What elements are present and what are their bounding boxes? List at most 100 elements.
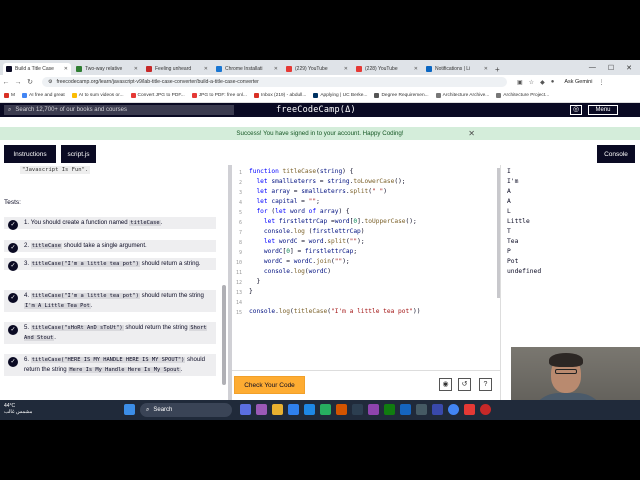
close-window-icon[interactable]: ✕	[626, 64, 632, 72]
example-quote: "Javascript Is Fun".	[20, 166, 91, 174]
code-line: let firstlettrCap =word[0].toUpperCase()…	[263, 218, 417, 225]
bookmark-item[interactable]: Degree Requiremen...	[374, 93, 429, 98]
file-explorer-icon[interactable]	[272, 404, 283, 415]
language-globe-icon[interactable]: ◎	[570, 105, 582, 115]
office-icon[interactable]	[336, 404, 347, 415]
reset-icon[interactable]: ↺	[458, 378, 471, 391]
minimize-icon[interactable]: —	[589, 64, 596, 71]
test-item: ✓ 5. titleCase("sHoRt AnD sToUt") should …	[4, 322, 216, 344]
search-input[interactable]: ⌕ Search 12,700+ of our books and course…	[4, 105, 234, 115]
bookmark-item[interactable]: M	[4, 93, 15, 98]
app-icon[interactable]	[416, 404, 427, 415]
weather-widget[interactable]: 44°C مشمس غالب	[4, 403, 32, 415]
close-tab-icon[interactable]: ✕	[134, 66, 138, 72]
url-input[interactable]: ⚙ freecodecamp.org/learn/javascript-v9/l…	[42, 77, 507, 87]
bookmark-item[interactable]: Applying | UC Berke...	[313, 93, 367, 98]
test-item: ✓ 4. titleCase("I'm a little tea pot") sh…	[4, 290, 216, 312]
close-tab-icon[interactable]: ✕	[414, 66, 418, 72]
console-line: Pot	[507, 258, 519, 265]
fcc-logo[interactable]: freeCodeCamp(Δ)	[276, 105, 356, 115]
bookmark-item[interactable]: Inbox (219) - abdull...	[253, 93, 307, 98]
bookmark-label: JPG to PDF: free onl...	[198, 93, 247, 98]
test-item: ✓ 6. titleCase("HERE IS MY HANDLE HERE IS…	[4, 354, 216, 376]
bookmark-item[interactable]: AI free and great	[22, 93, 65, 98]
test-code: titleCase("I'm a little tea pot")	[30, 293, 140, 299]
xbox-icon[interactable]	[384, 404, 395, 415]
app-icon[interactable]	[256, 404, 267, 415]
chrome-icon[interactable]	[448, 404, 459, 415]
scrollbar[interactable]	[222, 285, 226, 385]
close-tab-icon[interactable]: ✕	[274, 66, 278, 72]
bookmark-item[interactable]: AI to sum videos or...	[71, 93, 124, 98]
test-code: titleCase	[129, 220, 161, 226]
bookmark-item[interactable]: JPG to PDF: free onl...	[191, 93, 247, 98]
reload-icon[interactable]: ↻	[24, 78, 36, 86]
check-code-button[interactable]: Check Your Code	[234, 376, 305, 394]
browser-tab[interactable]: Chrome Installati ✕	[213, 63, 281, 75]
bookmark-star-icon[interactable]: ☆	[529, 79, 534, 86]
menu-button[interactable]: Menu	[588, 105, 618, 115]
new-tab-button[interactable]: +	[495, 63, 500, 75]
close-tab-icon[interactable]: ✕	[344, 66, 348, 72]
bookmark-favicon-icon	[22, 93, 27, 98]
browser-tab[interactable]: Notifications | Li ✕	[423, 63, 491, 75]
bookmark-favicon-icon	[191, 93, 197, 98]
address-bar-row: ← → ↻ ⚙ freecodecamp.org/learn/javascrip…	[0, 75, 640, 89]
bookmark-item[interactable]: Architecture Project...	[496, 93, 549, 98]
copilot-icon[interactable]	[240, 404, 251, 415]
pdf-app-icon[interactable]	[464, 404, 475, 415]
instructions-button[interactable]: Instructions	[4, 145, 56, 163]
browser-tab[interactable]: Two-way relative ✕	[73, 63, 141, 75]
browser-tab[interactable]: (228) YouTube ✕	[353, 63, 421, 75]
script-js-button[interactable]: script.js	[61, 145, 96, 163]
close-tab-icon[interactable]: ✕	[204, 66, 208, 72]
ask-gemini-button[interactable]: Ask Gemini	[564, 79, 592, 85]
bookmark-favicon-icon	[253, 93, 259, 98]
back-icon[interactable]: ←	[0, 79, 12, 86]
bookmark-favicon-icon	[496, 93, 502, 98]
code-line: for (let word of array) {	[256, 208, 350, 215]
bookmark-label: Inbox (219) - abdull...	[260, 93, 307, 98]
teams-icon[interactable]	[368, 404, 379, 415]
line-number: 2	[238, 180, 242, 186]
browser-tab[interactable]: Feeling unheard ✕	[143, 63, 211, 75]
store-icon[interactable]	[288, 404, 299, 415]
bookmark-item[interactable]: Convert JPG to PDF...	[130, 93, 185, 98]
forum-icon[interactable]: ?	[479, 378, 492, 391]
edge-icon[interactable]	[304, 404, 315, 415]
bookmark-item[interactable]: Architecture Archive...	[435, 93, 489, 98]
editor-actions: Check Your Code ◉ ↺ ?	[232, 370, 500, 400]
test-text: should return a string.	[139, 260, 201, 267]
browser-tab[interactable]: (229) YouTube ✕	[283, 63, 351, 75]
forward-icon[interactable]: →	[12, 79, 24, 86]
close-tab-icon[interactable]: ✕	[484, 66, 488, 72]
start-windows-icon[interactable]	[124, 404, 135, 415]
close-tab-icon[interactable]: ✕	[64, 66, 68, 72]
browser-tab[interactable]: Build a Title Case ✕	[3, 63, 71, 75]
profile-icon[interactable]: ●	[551, 79, 555, 85]
chrome-menu-icon[interactable]: ⋮	[598, 79, 604, 86]
recorder-icon[interactable]	[480, 404, 491, 415]
settings-icon[interactable]	[352, 404, 363, 415]
translate-icon[interactable]: ▣	[517, 79, 523, 86]
tab-label: Build a Title Case	[15, 66, 54, 72]
url-text: freecodecamp.org/learn/javascript-v9/lab…	[56, 79, 259, 85]
console-button[interactable]: Console	[597, 145, 635, 163]
app-icon[interactable]	[320, 404, 331, 415]
word-icon[interactable]	[400, 404, 411, 415]
test-item: ✓ 3. titleCase("I'm a little tea pot") sh…	[4, 258, 216, 271]
bookmark-label: Architecture Project...	[503, 93, 550, 98]
code-line: let wordC = word.split("");	[263, 238, 365, 245]
taskbar-search[interactable]: ⌕ Search	[140, 403, 232, 417]
code-editor[interactable]: 1 2 3 4 5 6 7 8 9 10 11 12 13 14 15 function titleCase…	[232, 165, 500, 370]
site-info-icon[interactable]: ⚙	[48, 79, 52, 85]
app-icon[interactable]	[432, 404, 443, 415]
close-banner-icon[interactable]: ✕	[468, 129, 475, 138]
maximize-icon[interactable]: ☐	[608, 64, 614, 72]
bookmark-label: AI free and great	[29, 93, 65, 98]
line-number: 10	[235, 260, 242, 266]
help-icon[interactable]: ◉	[439, 378, 452, 391]
extension-icon[interactable]: ◆	[540, 79, 545, 86]
bookmark-favicon-icon	[313, 93, 319, 98]
test-text: .	[180, 366, 183, 373]
